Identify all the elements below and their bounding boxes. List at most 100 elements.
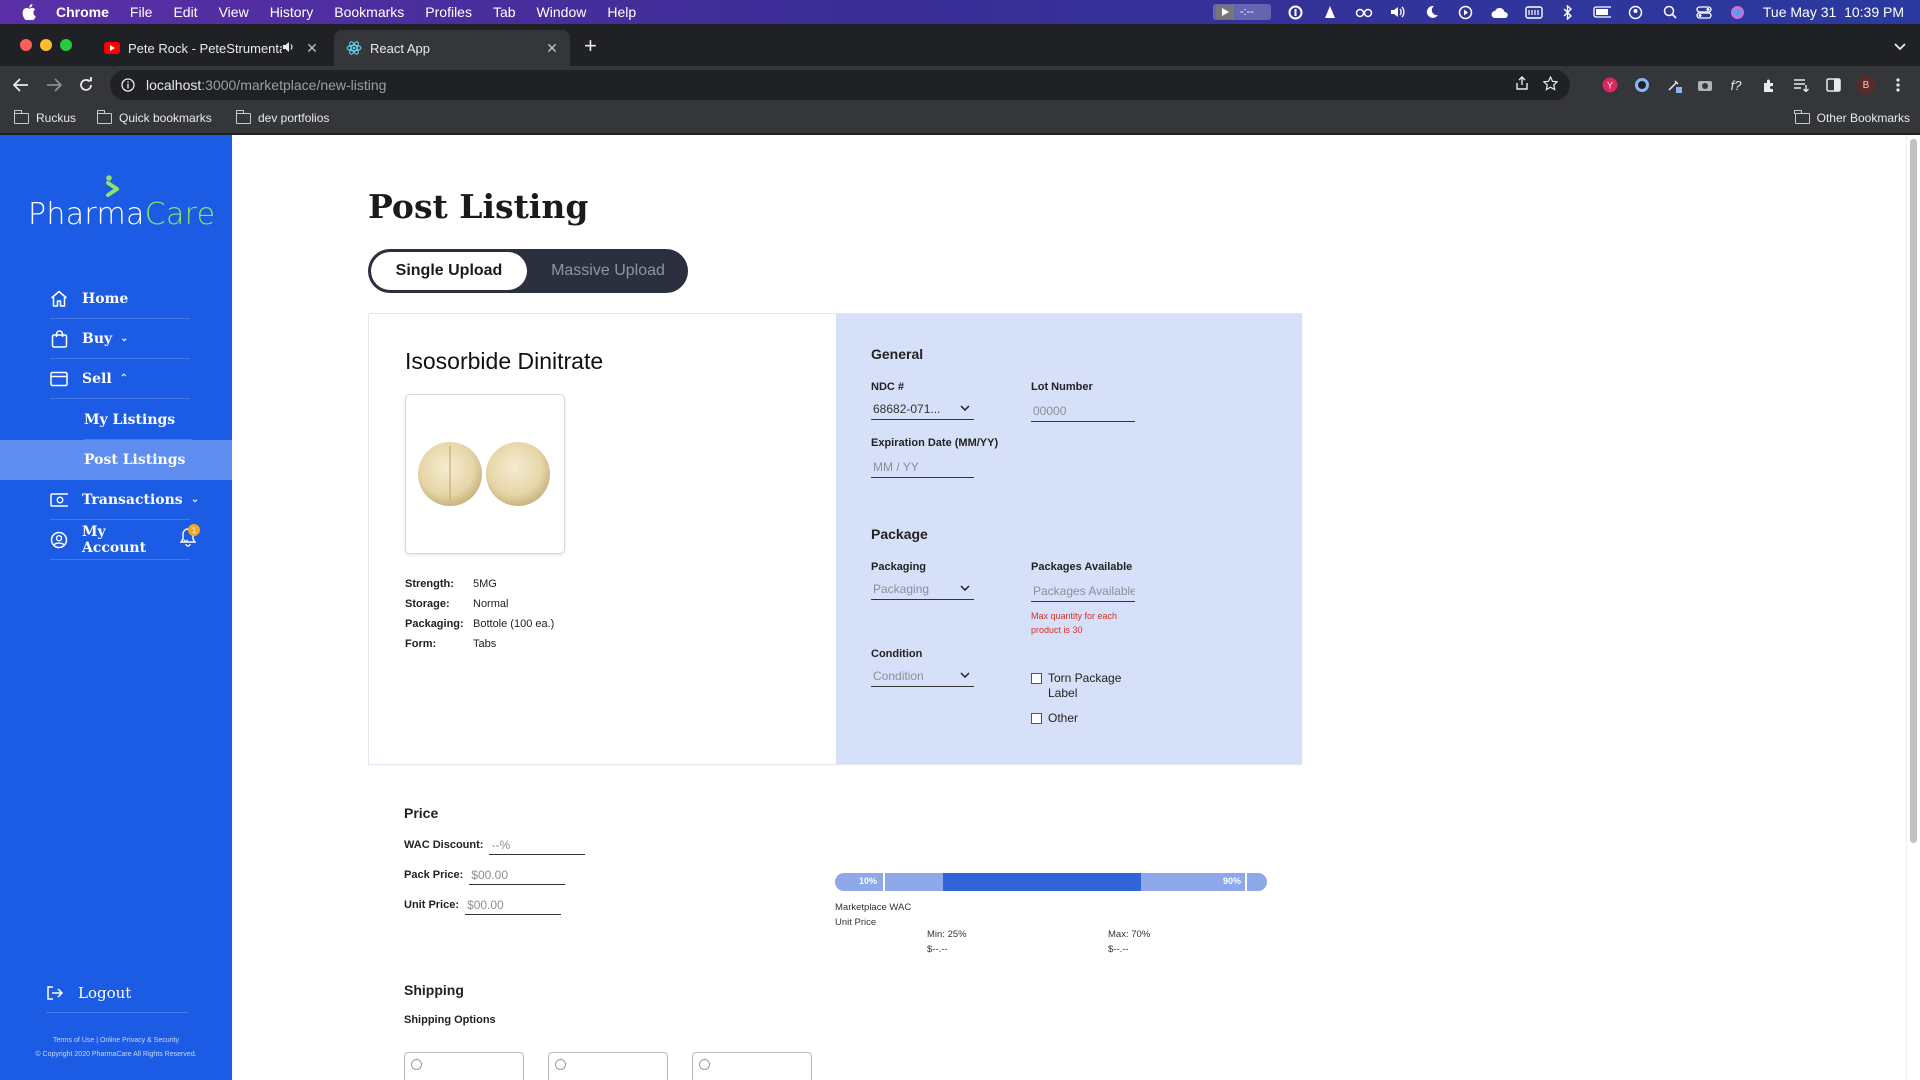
speaker-icon[interactable] bbox=[282, 41, 296, 55]
extension-function-icon[interactable]: f? bbox=[1728, 77, 1744, 93]
packaging-select[interactable]: Packaging bbox=[871, 578, 974, 600]
logout-label: Logout bbox=[78, 983, 132, 1002]
torn-package-label-checkbox[interactable]: Torn Package Label bbox=[1031, 671, 1121, 701]
menu-profiles[interactable]: Profiles bbox=[425, 4, 472, 20]
tab-search-chevron-icon[interactable] bbox=[1894, 38, 1906, 54]
onepassword-icon[interactable] bbox=[1287, 4, 1305, 20]
page-scrollbar[interactable] bbox=[1906, 135, 1920, 1080]
pack-price-label: Pack Price: bbox=[404, 869, 464, 881]
window-close-button[interactable] bbox=[20, 39, 32, 51]
tab-single-upload[interactable]: Single Upload bbox=[371, 252, 527, 290]
menu-help[interactable]: Help bbox=[607, 4, 636, 20]
menu-bookmarks[interactable]: Bookmarks bbox=[334, 4, 404, 20]
checkbox-box[interactable] bbox=[1031, 713, 1042, 724]
menu-view[interactable]: View bbox=[219, 4, 249, 20]
window-minimize-button[interactable] bbox=[40, 39, 52, 51]
spotlight-search-icon[interactable] bbox=[1661, 4, 1679, 20]
shipping-option-card[interactable] bbox=[548, 1052, 668, 1080]
cloud-icon[interactable] bbox=[1491, 4, 1509, 20]
shipping-option-card[interactable] bbox=[692, 1052, 812, 1080]
bluetooth-icon[interactable] bbox=[1559, 4, 1577, 20]
extension-circle-icon[interactable] bbox=[1634, 77, 1650, 93]
menu-edit[interactable]: Edit bbox=[173, 4, 197, 20]
sidebar-item-transactions[interactable]: Transactions ⌄ bbox=[50, 480, 199, 520]
moon-icon[interactable] bbox=[1423, 4, 1441, 20]
sidebar-item-my-account[interactable]: My Account ⌄ bbox=[50, 520, 190, 560]
bookmark-folder-quick[interactable]: Quick bookmarks bbox=[96, 109, 212, 125]
pack-price-input[interactable]: $00.00 bbox=[469, 865, 566, 885]
extension-eyedropper-icon[interactable] bbox=[1666, 77, 1682, 93]
sidebar-item-sell[interactable]: Sell ⌃ bbox=[50, 359, 190, 399]
vlc-icon[interactable] bbox=[1321, 4, 1339, 20]
notifications-bell-icon[interactable]: 1 bbox=[178, 524, 200, 547]
react-icon bbox=[346, 40, 362, 56]
user-switch-icon[interactable] bbox=[1627, 4, 1645, 20]
packages-available-input[interactable]: Packages Available bbox=[1031, 580, 1135, 602]
sidebar-item-post-listings[interactable]: Post Listings bbox=[0, 440, 232, 480]
sidebar-item-home[interactable]: Home bbox=[50, 279, 190, 319]
pharmacare-logo[interactable]: PharmaCare bbox=[28, 175, 215, 235]
condition-select[interactable]: Condition bbox=[871, 665, 974, 687]
apple-icon[interactable] bbox=[20, 3, 38, 21]
control-center-icon[interactable] bbox=[1695, 4, 1713, 20]
new-tab-button[interactable]: + bbox=[584, 35, 597, 57]
media-control[interactable]: -:-- bbox=[1212, 4, 1271, 20]
menu-tab[interactable]: Tab bbox=[493, 4, 516, 20]
reload-icon[interactable] bbox=[76, 75, 96, 95]
radio-button[interactable] bbox=[411, 1059, 422, 1070]
url-text[interactable]: localhost:3000/marketplace/new-listing bbox=[146, 77, 386, 93]
back-arrow-icon[interactable] bbox=[11, 75, 31, 95]
forward-arrow-icon[interactable] bbox=[44, 75, 64, 95]
menu-history[interactable]: History bbox=[270, 4, 314, 20]
bookmark-folder-dev-portfolios[interactable]: dev portfolios bbox=[235, 109, 329, 125]
extension-camera-icon[interactable] bbox=[1697, 77, 1713, 93]
volume-icon[interactable] bbox=[1389, 4, 1407, 20]
address-bar[interactable]: localhost:3000/marketplace/new-listing bbox=[110, 70, 1570, 100]
play-circle-icon[interactable] bbox=[1457, 4, 1475, 20]
menu-file[interactable]: File bbox=[130, 4, 153, 20]
extensions-puzzle-icon[interactable] bbox=[1761, 77, 1777, 93]
battery-icon[interactable] bbox=[1593, 4, 1611, 20]
radio-button[interactable] bbox=[555, 1059, 566, 1070]
sidebar-item-label: Post Listings bbox=[84, 452, 186, 468]
chrome-menu-kebab-icon[interactable] bbox=[1890, 77, 1906, 93]
expiration-date-input[interactable]: MM / YY bbox=[871, 456, 974, 478]
share-icon[interactable] bbox=[1516, 76, 1528, 93]
window-zoom-button[interactable] bbox=[60, 39, 72, 51]
sidebar-item-my-listings[interactable]: My Listings bbox=[0, 400, 232, 440]
browser-tab-youtube[interactable]: Pete Rock - PeteStrumenta ✕ bbox=[92, 30, 330, 66]
side-panel-icon[interactable] bbox=[1825, 77, 1841, 93]
menu-app-name[interactable]: Chrome bbox=[56, 4, 109, 20]
wac-range-slider[interactable]: 10% 90% bbox=[835, 873, 1267, 891]
range-max-info: Max: 70% $--.-- bbox=[1108, 929, 1151, 955]
menu-window[interactable]: Window bbox=[537, 4, 587, 20]
ndc-select[interactable]: 68682-071... bbox=[871, 398, 974, 420]
browser-tab-react-app[interactable]: React App ✕ bbox=[334, 30, 570, 66]
radio-button[interactable] bbox=[699, 1059, 710, 1070]
unit-price-input[interactable]: $00.00 bbox=[465, 895, 562, 915]
glasses-icon[interactable] bbox=[1355, 4, 1373, 20]
profile-avatar[interactable]: B bbox=[1857, 76, 1875, 94]
wac-discount-label: WAC Discount: bbox=[404, 839, 484, 851]
extension-red-icon[interactable]: Y bbox=[1602, 77, 1618, 93]
reading-list-icon[interactable] bbox=[1793, 77, 1809, 93]
terms-links[interactable]: Terms of Use | Online Privacy & Security bbox=[0, 1037, 232, 1044]
scrollbar-thumb[interactable] bbox=[1910, 139, 1917, 843]
wac-discount-input[interactable]: --% bbox=[489, 835, 586, 855]
shipping-option-card[interactable] bbox=[404, 1052, 524, 1080]
logout-button[interactable]: Logout bbox=[46, 973, 188, 1013]
bookmark-folder-other[interactable]: Other Bookmarks bbox=[1794, 109, 1910, 125]
checkbox-box[interactable] bbox=[1031, 673, 1042, 684]
tab-massive-upload[interactable]: Massive Upload bbox=[532, 252, 684, 290]
bookmark-star-icon[interactable] bbox=[1542, 75, 1559, 95]
keyboard-icon[interactable] bbox=[1525, 4, 1543, 20]
sidebar-item-buy[interactable]: Buy ⌄ bbox=[50, 319, 190, 359]
close-tab-icon[interactable]: ✕ bbox=[544, 40, 560, 56]
close-tab-icon[interactable]: ✕ bbox=[304, 40, 320, 56]
site-info-icon[interactable] bbox=[120, 77, 136, 93]
other-checkbox[interactable]: Other bbox=[1031, 711, 1078, 726]
bookmark-folder-ruckus[interactable]: Ruckus bbox=[13, 109, 76, 125]
menubar-datetime[interactable]: Tue May 31 10:39 PM bbox=[1763, 4, 1904, 20]
lot-number-input[interactable]: 00000 bbox=[1031, 400, 1135, 422]
siri-icon[interactable] bbox=[1729, 4, 1747, 20]
